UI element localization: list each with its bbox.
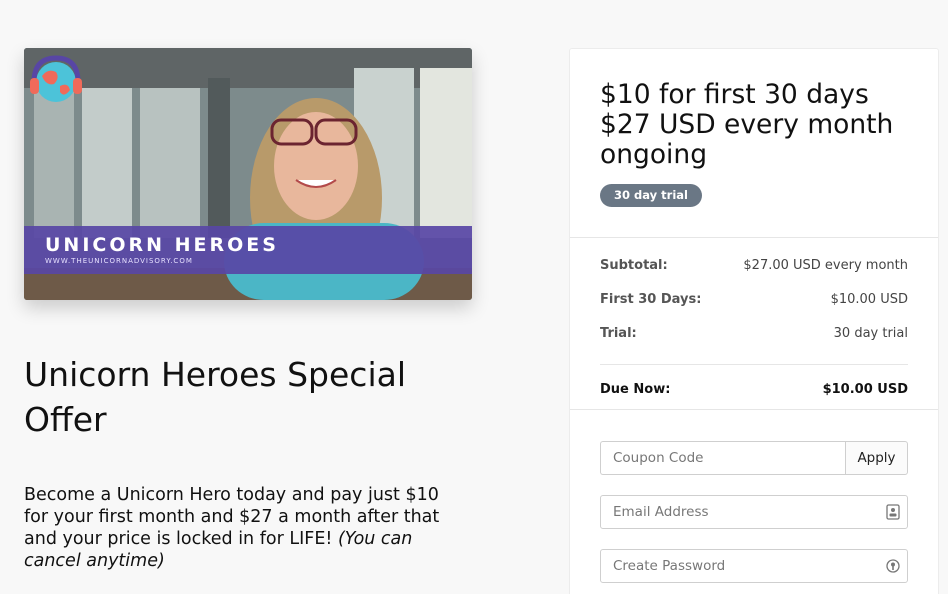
checkout-form: Coupon Code Apply Email Address Create P…: [570, 410, 938, 583]
summary-label: Subtotal:: [600, 258, 668, 273]
summary-row-subtotal: Subtotal: $27.00 USD every month: [600, 258, 908, 292]
summary-value: 30 day trial: [833, 326, 908, 341]
order-summary-card: $10 for first 30 days $27 USD every mont…: [569, 48, 939, 594]
email-placeholder: Email Address: [613, 504, 709, 520]
product-description: Become a Unicorn Hero today and pay just…: [24, 484, 464, 572]
summary-value: $27.00 USD every month: [743, 258, 908, 273]
price-line-ongoing: ongoing: [600, 139, 708, 170]
due-now-value: $10.00 USD: [822, 382, 908, 397]
price-line-intro: $10 for first 30 days: [600, 79, 869, 110]
email-address-input[interactable]: Email Address: [600, 495, 908, 529]
create-password-input[interactable]: Create Password: [600, 549, 908, 583]
price-line-recurring: $27 USD every month: [600, 109, 894, 140]
summary-divider: [600, 364, 908, 365]
price-header: $10 for first 30 days $27 USD every mont…: [570, 49, 938, 238]
password-key-icon: [886, 559, 900, 573]
summary-label: Trial:: [600, 326, 637, 341]
hero-title: UNICORN HEROES: [45, 234, 279, 256]
summary-value: $10.00 USD: [830, 292, 908, 307]
product-title: Unicorn Heroes Special Offer: [24, 355, 406, 439]
price-summary: Subtotal: $27.00 USD every month First 3…: [570, 238, 938, 410]
summary-row-trial: Trial: 30 day trial: [600, 326, 908, 360]
summary-row-first-30-days: First 30 Days: $10.00 USD: [600, 292, 908, 326]
due-now-label: Due Now:: [600, 382, 671, 397]
checkout-page: UNICORN HEROES WWW.THEUNICORNADVISORY.CO…: [0, 0, 948, 594]
hero-video-thumbnail[interactable]: UNICORN HEROES WWW.THEUNICORNADVISORY.CO…: [24, 48, 472, 300]
hero-subtitle: WWW.THEUNICORNADVISORY.COM: [45, 257, 193, 265]
summary-label: First 30 Days:: [600, 292, 702, 307]
globe-headphones-logo-icon: [30, 55, 82, 102]
trial-badge: 30 day trial: [600, 184, 702, 207]
coupon-code-input[interactable]: Coupon Code: [600, 441, 845, 475]
apply-coupon-button[interactable]: Apply: [845, 441, 908, 475]
coupon-group: Coupon Code Apply: [600, 441, 908, 475]
contact-card-icon: [886, 504, 900, 520]
password-placeholder: Create Password: [613, 558, 726, 574]
